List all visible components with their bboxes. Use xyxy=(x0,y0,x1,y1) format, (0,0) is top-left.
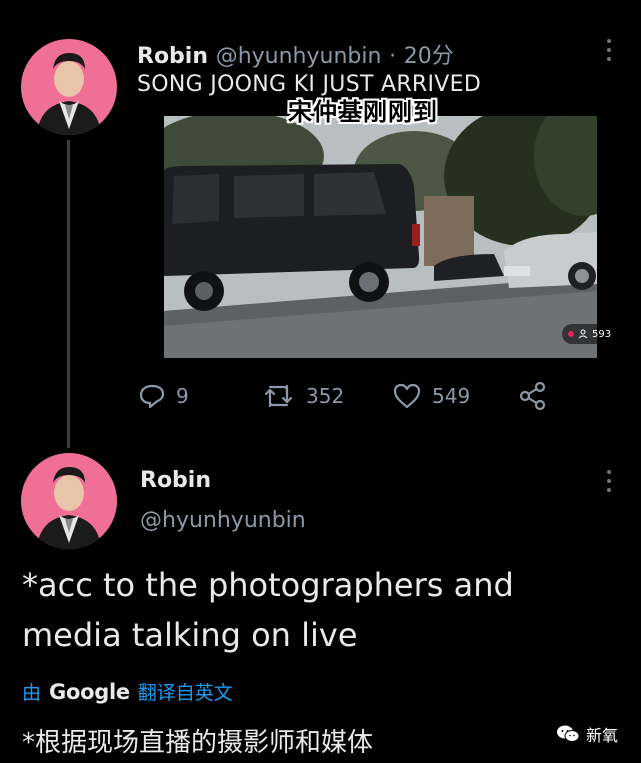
viewer-count: 593 xyxy=(592,328,612,340)
more-icon[interactable] xyxy=(606,39,612,61)
meta-separator: · xyxy=(389,44,397,69)
wechat-icon xyxy=(557,725,580,742)
person-icon xyxy=(578,329,588,339)
author-name[interactable]: Robin xyxy=(137,44,208,69)
reply-icon xyxy=(139,384,165,409)
reply-text: *acc to the photographers and media talk… xyxy=(22,560,622,660)
retweet-icon xyxy=(264,384,293,408)
more-icon[interactable] xyxy=(606,470,612,492)
translate-label[interactable]: 翻译自英文 xyxy=(138,678,233,705)
translate-by: 由 xyxy=(22,682,42,704)
reply-count: 9 xyxy=(176,384,189,408)
avatar[interactable] xyxy=(21,453,117,549)
like-icon xyxy=(393,383,421,409)
reply-text-line: *acc to the photographers and xyxy=(22,566,514,604)
avatar[interactable] xyxy=(21,39,117,135)
thread-connector xyxy=(67,140,70,448)
like-count: 549 xyxy=(432,384,471,408)
translation-attribution[interactable]: 由 Google 翻译自英文 xyxy=(22,678,233,705)
tweet-author[interactable]: Robin @hyunhyunbin · 20分 xyxy=(137,38,454,70)
media-caption: 宋仲基刚刚到 xyxy=(288,98,438,126)
reply-author-name[interactable]: Robin xyxy=(140,468,211,493)
retweet-count: 352 xyxy=(306,384,345,408)
watermark: 新氧 xyxy=(556,722,618,746)
watermark-label: 新氧 xyxy=(586,726,619,745)
google-logo: Google xyxy=(49,679,130,704)
retweet-button[interactable]: 352 xyxy=(262,380,344,412)
share-button[interactable] xyxy=(518,380,548,412)
reply-author-handle[interactable]: @hyunhyunbin xyxy=(140,508,306,533)
reply-text-line: media talking on live xyxy=(22,616,358,654)
viewer-badge: 593 xyxy=(562,324,618,344)
author-handle[interactable]: @hyunhyunbin xyxy=(216,44,382,69)
reply-button[interactable]: 9 xyxy=(138,380,189,412)
share-icon xyxy=(519,381,546,411)
like-button[interactable]: 549 xyxy=(392,380,470,412)
live-dot xyxy=(568,331,574,337)
tweet-time[interactable]: 20分 xyxy=(404,44,454,69)
translated-text: *根据现场直播的摄影师和媒体 xyxy=(22,728,374,758)
tweet-media[interactable] xyxy=(164,116,597,358)
